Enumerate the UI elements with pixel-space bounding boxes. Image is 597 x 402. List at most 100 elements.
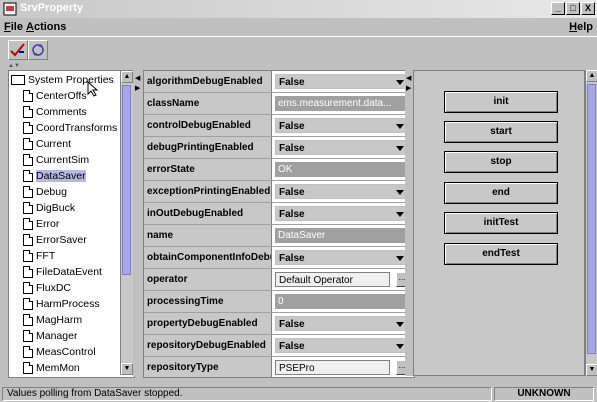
divider-left-arrow-icon[interactable]: ◀ [135, 74, 140, 82]
dropdown-arrow-icon[interactable] [396, 344, 404, 349]
property-row: processingTime 0 [144, 291, 414, 313]
property-edit-field[interactable]: PSEPro [275, 360, 390, 375]
tree-item[interactable]: MemMon [23, 360, 80, 376]
minimize-button[interactable]: _ [551, 2, 565, 15]
tree-item[interactable]: FFT [23, 248, 55, 264]
dropdown-arrow-icon[interactable] [396, 146, 404, 151]
property-row: exceptionPrintingEnabled False [144, 181, 414, 203]
tree-item-label: MemMon [36, 362, 80, 374]
property-value: False [279, 187, 305, 198]
tree-item[interactable]: MagHarm [23, 312, 82, 328]
tree-item[interactable]: Comments [23, 104, 87, 120]
menu-help[interactable]: Help [569, 21, 593, 33]
tree-item-label: FileDataEvent [36, 266, 102, 278]
split-divider[interactable]: ◀ ▶ [133, 70, 143, 376]
tree-item-label: Error [36, 218, 60, 230]
tree-item[interactable]: FluxDC [23, 280, 71, 296]
tree-item-label: Manager [36, 330, 78, 342]
dropdown-arrow-icon[interactable] [396, 256, 404, 261]
stop-button[interactable]: stop [444, 151, 558, 173]
property-combo[interactable]: False [275, 316, 408, 331]
init-button[interactable]: init [444, 91, 558, 113]
tree-item[interactable]: FileDataEvent [23, 264, 102, 280]
property-name: obtainComponentInfoDebug [144, 247, 272, 268]
tree-item-label: DigBuck [36, 202, 76, 214]
document-icon [23, 314, 33, 326]
property-value: False [279, 253, 305, 264]
initTest-button[interactable]: initTest [444, 212, 558, 234]
property-name: repositoryDebugEnabled [144, 335, 272, 356]
status-state: UNKNOWN [494, 387, 594, 401]
dropdown-arrow-icon[interactable] [396, 190, 404, 195]
property-row: repositoryType... PSEPro [144, 357, 414, 377]
tree-item[interactable]: ErrorSaver [23, 232, 87, 248]
tree-item[interactable]: DigBuck [23, 200, 75, 216]
property-value: False [279, 77, 305, 88]
endTest-button[interactable]: endTest [444, 243, 558, 265]
divider-right-arrow-icon[interactable]: ▶ [135, 84, 140, 92]
property-row: operator... Default Operator [144, 269, 414, 291]
tree-item-label: CurrentSim [36, 154, 90, 166]
property-edit-field[interactable]: Default Operator [275, 272, 390, 287]
dropdown-arrow-icon[interactable] [396, 124, 404, 129]
scroll-up-icon[interactable]: ▲ [586, 70, 597, 82]
dropdown-arrow-icon[interactable] [396, 212, 404, 217]
end-button[interactable]: end [444, 182, 558, 204]
divider-left-arrow-icon[interactable]: ◀ [406, 74, 411, 82]
maximize-button[interactable]: □ [566, 2, 580, 15]
tree-item[interactable]: CurrentSim [23, 152, 89, 168]
tree-item[interactable]: Current [23, 136, 71, 152]
tree-item[interactable]: Debug [23, 184, 67, 200]
tree-item[interactable]: HarmProcess [23, 296, 100, 312]
divider-right-arrow-icon[interactable]: ▶ [406, 84, 411, 92]
folder-icon [11, 75, 25, 85]
tree-item[interactable]: CenterOffs [23, 88, 87, 104]
dropdown-arrow-icon[interactable] [396, 322, 404, 327]
document-icon [23, 218, 33, 230]
property-name: errorState [144, 159, 272, 180]
dropdown-arrow-icon[interactable] [396, 80, 404, 85]
property-row: repositoryDebugEnabled False [144, 335, 414, 357]
property-combo[interactable]: False [275, 140, 408, 155]
tree-item[interactable]: CoordTransforms [23, 120, 117, 136]
tree-root-label: System Properties [28, 74, 114, 86]
property-combo[interactable]: False [275, 118, 408, 133]
split-divider-right[interactable]: ◀ ▶ [405, 70, 413, 376]
menu-file[interactable]: File [4, 21, 23, 33]
property-value: False [279, 209, 305, 220]
tree-item[interactable]: Error [23, 216, 59, 232]
collapse-arrows[interactable]: ▲▼ [8, 63, 20, 69]
tree-item-label: Current [36, 138, 72, 150]
document-icon [23, 122, 33, 134]
property-combo[interactable]: False [275, 338, 408, 353]
start-button[interactable]: start [444, 121, 558, 143]
tree-item-label: FluxDC [36, 282, 72, 294]
scroll-up-icon[interactable]: ▲ [121, 71, 133, 83]
scroll-down-icon[interactable]: ▼ [121, 363, 133, 375]
property-combo[interactable]: False [275, 184, 408, 199]
tree-item[interactable]: MeasControl [23, 344, 96, 360]
main-scrollbar[interactable]: ▲ ▼ [585, 70, 597, 376]
property-combo[interactable]: False [275, 206, 408, 221]
document-icon [23, 250, 33, 262]
property-name: processingTime [144, 291, 272, 312]
tree-item[interactable]: PdiSignal [23, 376, 80, 377]
main-scroll-thumb[interactable] [587, 84, 596, 354]
tree-item-label: MeasControl [36, 346, 96, 358]
scroll-down-icon[interactable]: ▼ [586, 364, 597, 376]
checkmark-tool-button[interactable] [8, 40, 28, 60]
property-combo[interactable]: False [275, 250, 408, 265]
tree-scroll-thumb[interactable] [122, 85, 131, 275]
close-button[interactable]: X [581, 2, 595, 15]
refresh-icon [32, 44, 44, 56]
tree-scrollbar[interactable]: ▲ ▼ [120, 71, 133, 375]
property-combo[interactable]: False [275, 74, 408, 89]
tree-item[interactable]: Manager [23, 328, 77, 344]
property-name: name [144, 225, 272, 246]
property-value: False [279, 341, 305, 352]
system-properties-tree: System Properties CenterOffs Comments Coor… [8, 70, 135, 378]
menu-actions[interactable]: Actions [26, 21, 66, 33]
window-title: SrvProperty [20, 2, 83, 14]
refresh-tool-button[interactable] [28, 40, 48, 60]
tree-item[interactable]: DataSaver [23, 168, 86, 184]
